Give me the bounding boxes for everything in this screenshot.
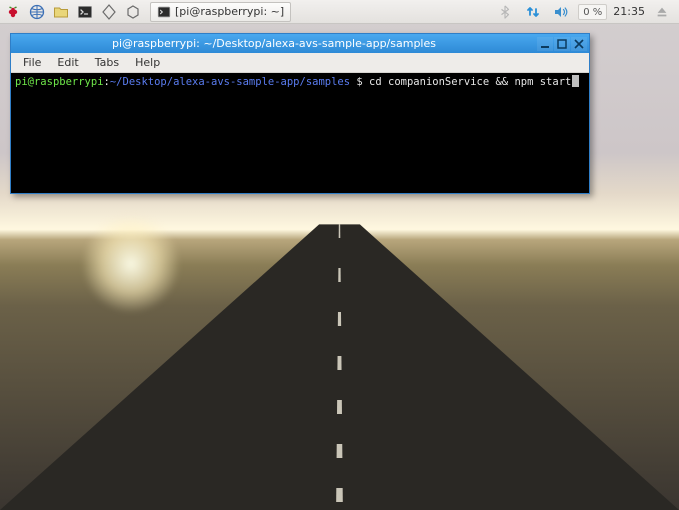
taskbar-task-label: [pi@raspberrypi: ~] — [175, 5, 284, 18]
menu-file[interactable]: File — [15, 54, 49, 71]
eject-icon[interactable] — [651, 2, 673, 22]
cursor-icon — [572, 75, 579, 87]
wolfram-icon[interactable] — [122, 2, 144, 22]
volume-icon[interactable] — [550, 2, 572, 22]
cpu-usage-badge[interactable]: 0 % — [578, 4, 607, 20]
window-minimize-button[interactable] — [537, 37, 553, 51]
bluetooth-icon[interactable] — [494, 2, 516, 22]
prompt-path: ~/Desktop/alexa-avs-sample-app/samples — [110, 76, 350, 88]
terminal-window: pi@raspberrypi: ~/Desktop/alexa-avs-samp… — [10, 33, 590, 194]
prompt-host: raspberrypi — [34, 76, 104, 88]
menu-tabs[interactable]: Tabs — [87, 54, 127, 71]
file-manager-icon[interactable] — [50, 2, 72, 22]
menu-help[interactable]: Help — [127, 54, 168, 71]
taskbar-task-terminal[interactable]: [pi@raspberrypi: ~] — [150, 2, 291, 22]
window-titlebar[interactable]: pi@raspberrypi: ~/Desktop/alexa-avs-samp… — [11, 34, 589, 53]
command-text: cd companionService && npm start — [369, 76, 571, 88]
prompt-symbol: $ — [350, 76, 369, 88]
terminal-menubar: File Edit Tabs Help — [11, 53, 589, 73]
mathematica-icon[interactable] — [98, 2, 120, 22]
window-maximize-button[interactable] — [554, 37, 570, 51]
menu-raspberry-icon[interactable] — [2, 2, 24, 22]
web-browser-icon[interactable] — [26, 2, 48, 22]
window-close-button[interactable] — [571, 37, 587, 51]
prompt-user: pi — [15, 76, 28, 88]
taskbar: [pi@raspberrypi: ~] 0 % 21:35 — [0, 0, 679, 24]
clock[interactable]: 21:35 — [613, 5, 645, 18]
network-icon[interactable] — [522, 2, 544, 22]
terminal-viewport[interactable]: pi@raspberrypi:~/Desktop/alexa-avs-sampl… — [11, 73, 589, 193]
menu-edit[interactable]: Edit — [49, 54, 86, 71]
terminal-launcher-icon[interactable] — [74, 2, 96, 22]
window-title: pi@raspberrypi: ~/Desktop/alexa-avs-samp… — [11, 37, 537, 50]
